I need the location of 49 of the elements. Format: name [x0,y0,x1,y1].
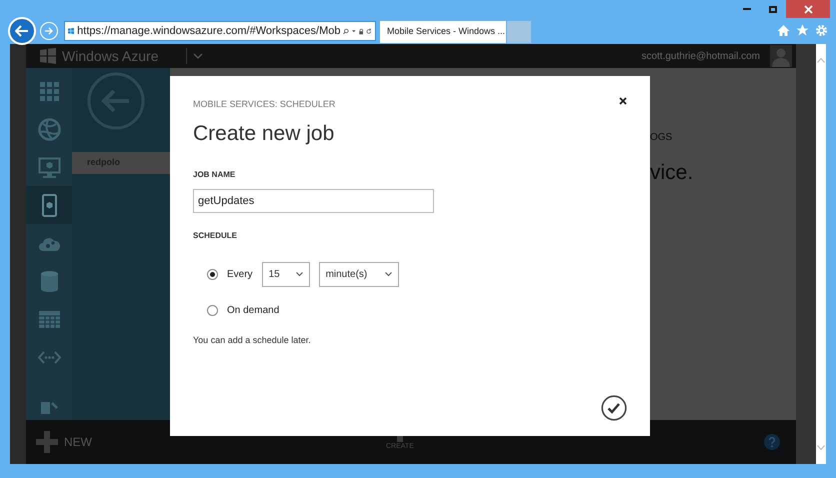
help-icon[interactable] [764,434,780,450]
plus-icon [36,431,58,453]
chevron-down-icon [296,272,303,277]
job-name-field[interactable]: getUpdates [193,189,434,213]
scroll-down-icon[interactable] [817,445,825,450]
dialog-title: Create new job [193,120,336,146]
radio-button[interactable] [207,269,218,280]
close-icon[interactable] [619,97,627,105]
grid-icon [38,80,60,102]
field-label: SCHEDULE [193,230,238,242]
dialog-eyebrow: MOBILE SERVICES: SCHEDULER [193,98,336,111]
note-text: You can add a schedule later. [193,334,312,347]
settings-icon[interactable] [815,24,828,37]
back-circle-icon[interactable] [87,72,145,130]
address-text: https://manage.windowsazure.com/#Workspaces/Mob [77,24,340,39]
home-icon[interactable] [777,24,790,37]
scrollbar[interactable] [816,44,826,464]
monitor-icon [38,156,60,178]
chevron-down-icon [384,272,392,277]
globe-icon [38,118,60,140]
document-arrow-icon [40,401,58,414]
user-avatar-icon[interactable] [770,45,792,67]
arrow-left-icon [15,25,29,37]
section-label: OGS [650,131,674,145]
tab-title: Mobile Services - Windows ... [387,25,506,38]
scroll-up-icon[interactable] [817,58,825,63]
headline: vice. [650,160,694,186]
back-button[interactable] [8,17,36,45]
radio-label[interactable]: Every [227,267,253,282]
address-bar[interactable]: https://manage.windowsazure.com/#Workspaces/Mob [64,21,376,41]
count-dropdown[interactable]: 15 [262,262,310,287]
dropdown-caret-icon[interactable] [352,28,356,34]
brand-name: Windows Azure [62,46,158,66]
chevron-down-icon[interactable] [193,53,204,59]
field-label: JOB NAME [193,169,236,181]
radio-button[interactable] [207,305,218,316]
unit-dropdown[interactable]: minute(s) [318,262,399,287]
browser-tab[interactable]: Mobile Services - Windows ... [380,21,506,43]
windows-logo-icon [40,48,56,64]
radio-label[interactable]: On demand [227,303,280,318]
star-icon[interactable] [796,24,809,37]
forward-button[interactable] [40,22,58,40]
close-button[interactable] [786,0,830,18]
windows-logo-icon [68,25,74,37]
refresh-icon[interactable] [366,26,372,36]
nav-item[interactable] [26,186,72,224]
close-icon [804,4,812,14]
checkmark-button-icon[interactable] [601,395,627,421]
arrow-right-icon [44,27,54,35]
